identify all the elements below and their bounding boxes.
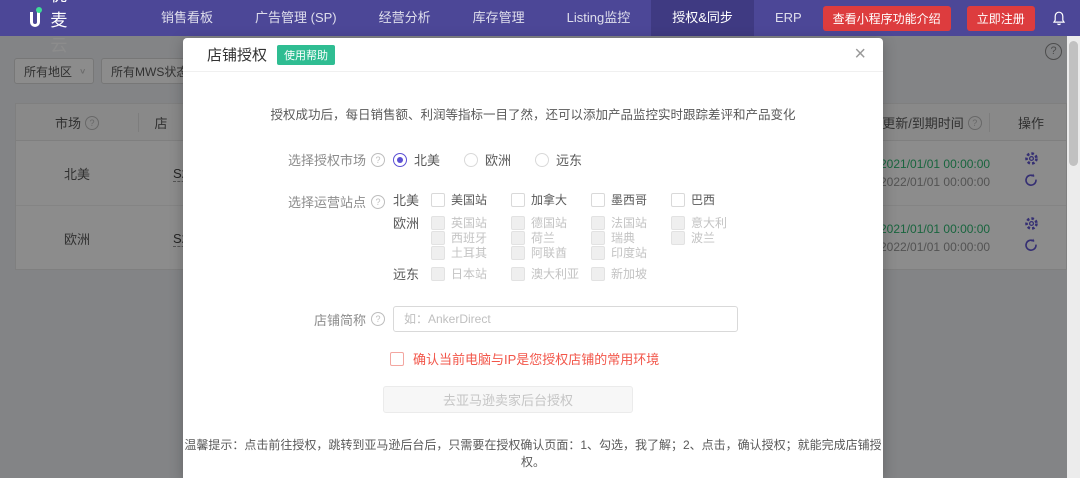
modal-hint-text: 温馨提示：点击前往授权，跳转到亚马逊后台后，只需要在授权确认页面：1、勾选，我了… xyxy=(183,436,883,470)
sites-group-europe: 欧洲 英国站 德国站 法国站 意大利 xyxy=(393,215,751,230)
checkbox-icon xyxy=(591,246,605,260)
store-name-input[interactable] xyxy=(393,306,738,332)
checkbox-icon xyxy=(511,231,525,245)
help-badge[interactable]: 使用帮助 xyxy=(277,45,335,65)
group-label-na: 北美 xyxy=(393,190,423,209)
store-name-row: 店铺简称 ? xyxy=(183,306,738,332)
nav-item-auth-sync[interactable]: 授权&同步 xyxy=(651,0,754,36)
checkbox-icon xyxy=(390,352,404,366)
checkbox-icon xyxy=(591,231,605,245)
sites-group-europe-row3: 土耳其 阿联酋 印度站 xyxy=(393,245,671,260)
market-select-row: 选择授权市场 ? 北美 欧洲 远东 xyxy=(183,150,582,169)
site-checkbox-poland: 波兰 xyxy=(671,229,751,246)
checkbox-icon xyxy=(671,193,685,207)
checkbox-icon xyxy=(431,267,445,281)
sites-group-north-america: 北美 美国站 加拿大 墨西哥 巴西 xyxy=(393,192,751,207)
market-select-label: 选择授权市场 ? xyxy=(183,150,385,169)
modal-title: 店铺授权 xyxy=(207,44,267,65)
page-scrollbar[interactable] xyxy=(1067,36,1080,478)
register-button[interactable]: 立即注册 xyxy=(967,6,1035,31)
checkbox-icon xyxy=(591,267,605,281)
nav-item-sales-board[interactable]: 销售看板 xyxy=(140,0,234,36)
sites-group-far-east: 远东 日本站 澳大利亚 新加坡 xyxy=(393,266,671,281)
confirm-environment-text: 确认当前电脑与IP是您授权店铺的常用环境 xyxy=(413,349,659,368)
group-label-fe: 远东 xyxy=(393,264,423,283)
help-icon[interactable]: ? xyxy=(371,153,385,167)
checkbox-icon xyxy=(431,231,445,245)
site-checkbox-australia: 澳大利亚 xyxy=(511,265,591,282)
sites-select-label: 选择运营站点 ? xyxy=(183,192,385,211)
site-checkbox-india: 印度站 xyxy=(591,244,671,261)
radio-icon xyxy=(535,153,549,167)
site-checkbox-singapore: 新加坡 xyxy=(591,265,671,282)
nav-item-business-analysis[interactable]: 经营分析 xyxy=(358,0,452,36)
nav-item-erp[interactable]: ERP xyxy=(754,0,823,36)
close-icon[interactable]: × xyxy=(850,43,870,65)
bell-icon[interactable] xyxy=(1051,10,1067,27)
top-nav: 优麦云 销售看板 广告管理 (SP) 经营分析 库存管理 Listing监控 授… xyxy=(0,0,1080,36)
nav-menu: 销售看板 广告管理 (SP) 经营分析 库存管理 Listing监控 授权&同步… xyxy=(140,0,823,36)
radio-selected-icon xyxy=(393,153,407,167)
market-radio-far-east[interactable]: 远东 xyxy=(535,150,582,169)
checkbox-icon xyxy=(511,193,525,207)
modal-description: 授权成功后，每日销售额、利润等指标一目了然，还可以添加产品监控实时跟踪差评和产品… xyxy=(183,104,883,123)
miniprogram-intro-button[interactable]: 查看小程序功能介绍 xyxy=(823,6,951,31)
checkbox-icon xyxy=(511,267,525,281)
checkbox-icon xyxy=(431,193,445,207)
radio-icon xyxy=(464,153,478,167)
site-checkbox-brazil[interactable]: 巴西 xyxy=(671,191,751,208)
checkbox-icon xyxy=(511,246,525,260)
checkbox-icon xyxy=(431,246,445,260)
site-checkbox-uae: 阿联酋 xyxy=(511,244,591,261)
scrollbar-thumb[interactable] xyxy=(1069,41,1078,166)
market-radio-north-america[interactable]: 北美 xyxy=(393,150,440,169)
nav-item-ad-management[interactable]: 广告管理 (SP) xyxy=(234,0,358,36)
checkbox-icon xyxy=(671,231,685,245)
site-checkbox-us[interactable]: 美国站 xyxy=(431,191,511,208)
store-name-label: 店铺简称 ? xyxy=(183,310,385,329)
help-icon[interactable]: ? xyxy=(371,312,385,326)
site-checkbox-turkey: 土耳其 xyxy=(431,244,511,261)
market-radio-europe[interactable]: 欧洲 xyxy=(464,150,511,169)
help-icon[interactable]: ? xyxy=(371,195,385,209)
site-checkbox-canada[interactable]: 加拿大 xyxy=(511,191,591,208)
checkbox-icon xyxy=(511,216,525,230)
site-checkbox-japan: 日本站 xyxy=(431,265,511,282)
checkbox-icon xyxy=(591,216,605,230)
sites-group-europe-row2: 西班牙 荷兰 瑞典 波兰 xyxy=(393,230,751,245)
logo-u-icon xyxy=(30,12,40,27)
checkbox-icon xyxy=(431,216,445,230)
site-checkbox-mexico[interactable]: 墨西哥 xyxy=(591,191,671,208)
logo-green-dot xyxy=(36,7,42,13)
go-amazon-authorize-button[interactable]: 去亚马逊卖家后台授权 xyxy=(383,386,633,413)
modal-header: 店铺授权 使用帮助 × xyxy=(183,38,883,72)
nav-item-listing-monitor[interactable]: Listing监控 xyxy=(546,0,652,36)
checkbox-icon xyxy=(671,216,685,230)
checkbox-icon xyxy=(591,193,605,207)
store-auth-modal: 店铺授权 使用帮助 × 授权成功后，每日销售额、利润等指标一目了然，还可以添加产… xyxy=(183,38,883,478)
confirm-environment-checkbox[interactable]: 确认当前电脑与IP是您授权店铺的常用环境 xyxy=(390,349,659,368)
nav-item-inventory[interactable]: 库存管理 xyxy=(452,0,546,36)
